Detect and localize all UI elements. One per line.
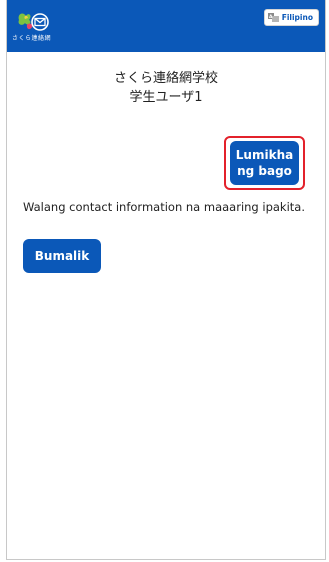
create-new-button[interactable]: Lumikha ng bago [230,141,299,185]
language-label: Filipino [281,13,313,22]
language-translate-icon: A [267,13,279,22]
create-button-highlight: Lumikha ng bago [224,136,305,190]
school-name: さくら連絡網学校 [113,71,218,86]
svg-text:A: A [269,14,273,20]
empty-contact-message: Walang contact information na maaaring i… [23,200,305,214]
user-name: 学生ユーザ1 [129,90,203,105]
app-header: さくら連絡網 A Filipino [7,0,325,52]
app-frame: さくら連絡網 A Filipino さくら連絡網学校 学生ユーザ1 Lumikh… [6,0,326,560]
logo-text: さくら連絡網 [12,35,52,42]
language-selector-button[interactable]: A Filipino [263,9,319,26]
back-button[interactable]: Bumalik [23,239,101,273]
